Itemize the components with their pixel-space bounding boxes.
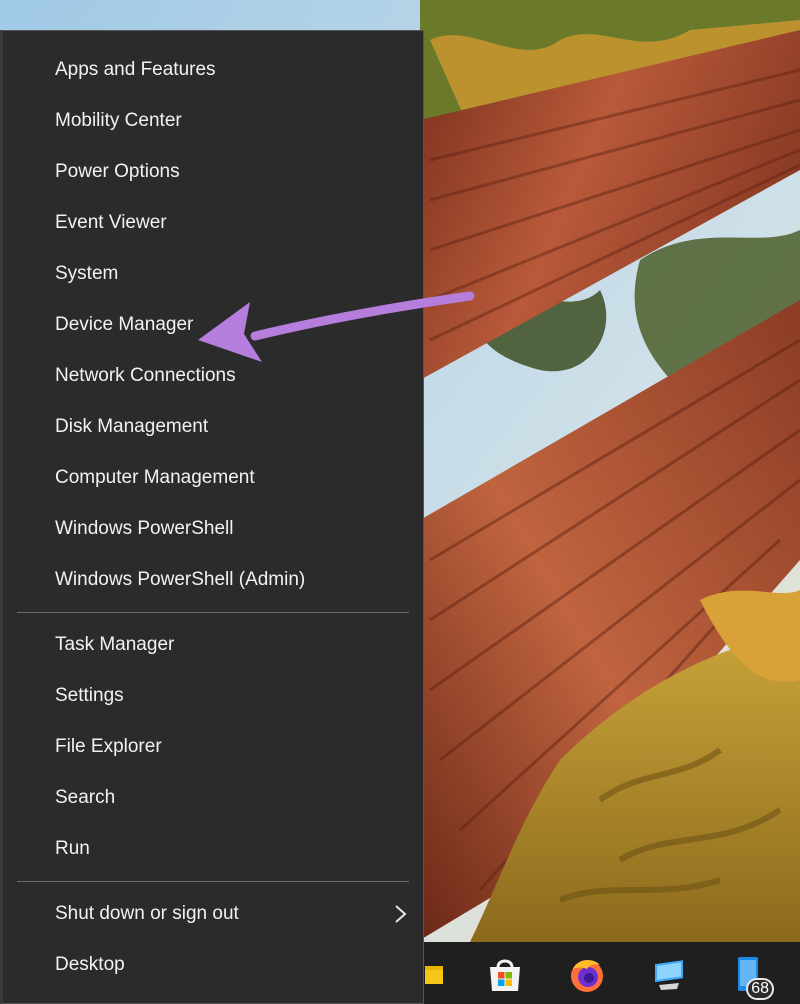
menu-item-file-explorer[interactable]: File Explorer xyxy=(3,725,424,769)
menu-item-computer-management[interactable]: Computer Management xyxy=(3,456,424,500)
menu-item-windows-powershell-admin[interactable]: Windows PowerShell (Admin) xyxy=(3,558,424,602)
menu-item-desktop[interactable]: Desktop xyxy=(3,943,424,987)
menu-item-apps-and-features[interactable]: Apps and Features xyxy=(3,48,424,92)
menu-item-search[interactable]: Search xyxy=(3,776,424,820)
this-pc-icon[interactable] xyxy=(648,954,690,996)
menu-separator xyxy=(17,881,409,882)
menu-item-settings[interactable]: Settings xyxy=(3,674,424,718)
menu-item-label: Shut down or sign out xyxy=(55,903,239,924)
menu-separator xyxy=(17,612,409,613)
menu-item-run[interactable]: Run xyxy=(3,827,424,871)
menu-item-windows-powershell[interactable]: Windows PowerShell xyxy=(3,507,424,551)
microsoft-store-icon[interactable] xyxy=(484,954,526,996)
menu-item-system[interactable]: System xyxy=(3,252,424,296)
firefox-icon[interactable] xyxy=(566,954,608,996)
menu-item-power-options[interactable]: Power Options xyxy=(3,150,424,194)
menu-item-network-connections[interactable]: Network Connections xyxy=(3,354,424,398)
notification-badge: 68 xyxy=(746,978,774,1000)
menu-item-mobility-center[interactable]: Mobility Center xyxy=(3,99,424,143)
winx-context-menu: Apps and Features Mobility Center Power … xyxy=(0,30,424,1004)
desktop-screen: 68 Apps and Features Mobility Center Pow… xyxy=(0,0,800,1004)
menu-item-event-viewer[interactable]: Event Viewer xyxy=(3,201,424,245)
menu-item-shut-down-or-sign-out[interactable]: Shut down or sign out xyxy=(3,892,424,936)
phone-link-icon[interactable]: 68 xyxy=(728,954,774,1000)
chevron-right-icon xyxy=(395,905,407,923)
menu-item-task-manager[interactable]: Task Manager xyxy=(3,623,424,667)
menu-item-disk-management[interactable]: Disk Management xyxy=(3,405,424,449)
menu-item-device-manager[interactable]: Device Manager xyxy=(3,303,424,347)
sticky-notes-icon[interactable] xyxy=(424,954,444,996)
